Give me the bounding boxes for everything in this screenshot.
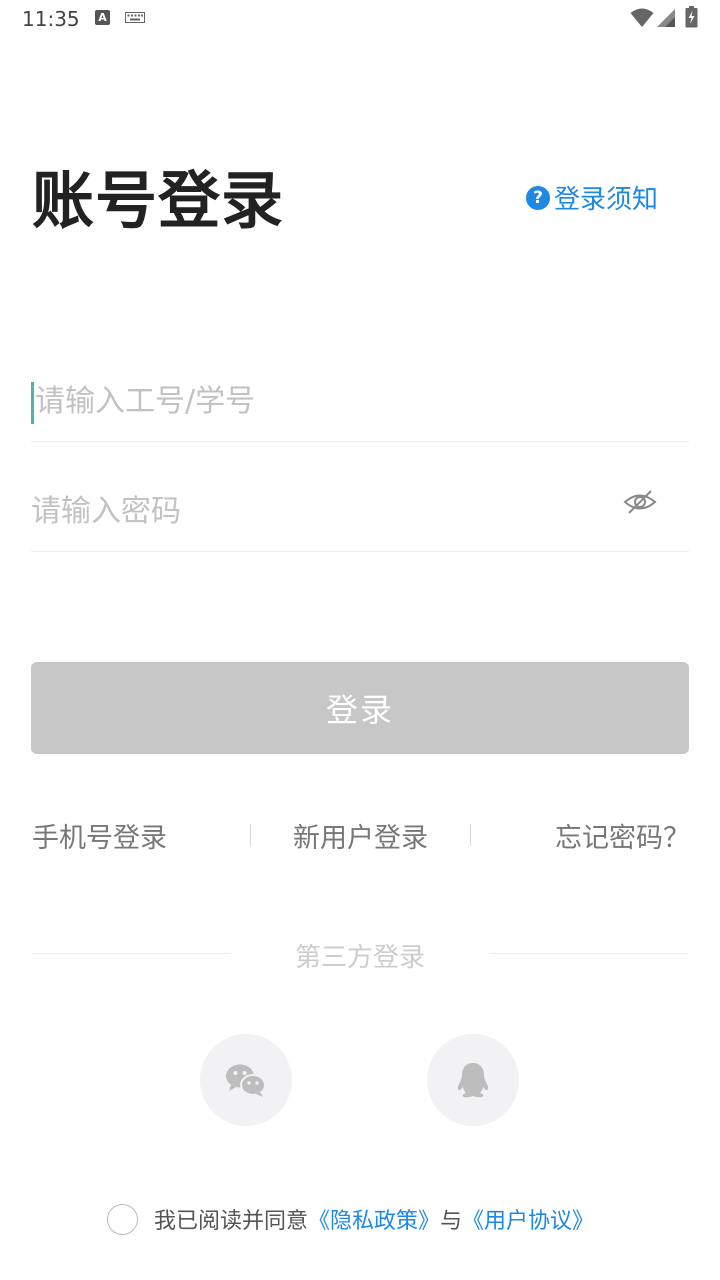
account-input[interactable] bbox=[31, 362, 611, 441]
link-divider bbox=[250, 824, 251, 846]
third-party-login-label: 第三方登录 bbox=[294, 943, 425, 973]
login-notice-label: 登录须知 bbox=[554, 185, 659, 215]
status-time: 11:35 bbox=[22, 7, 80, 31]
keyboard-icon bbox=[125, 12, 145, 23]
a-notification-icon: A bbox=[95, 10, 110, 25]
password-input[interactable] bbox=[31, 472, 611, 551]
signal-icon bbox=[657, 9, 675, 27]
question-circle-icon: ? bbox=[526, 185, 550, 210]
phone-login-link[interactable]: 手机号登录 bbox=[32, 816, 167, 855]
page-title: 账号登录 bbox=[32, 164, 285, 237]
wifi-icon bbox=[630, 8, 654, 27]
agreement-prefix: 我已阅读并同意 bbox=[154, 1209, 309, 1234]
agreement-row: 我已阅读并同意 《隐私政策》 与 《用户协议》 bbox=[107, 1203, 594, 1235]
qq-login-button[interactable] bbox=[427, 1034, 519, 1126]
new-user-login-link[interactable]: 新用户登录 bbox=[293, 816, 428, 855]
user-agreement-link[interactable]: 《用户协议》 bbox=[462, 1203, 594, 1235]
agreement-checkbox[interactable] bbox=[107, 1203, 138, 1235]
link-divider bbox=[470, 824, 471, 846]
login-notice-link[interactable]: ? 登录须知 bbox=[526, 179, 658, 216]
wechat-icon bbox=[226, 1064, 266, 1097]
divider-line-right bbox=[489, 953, 689, 954]
status-bar: 11:35 A bbox=[0, 0, 720, 38]
privacy-policy-link[interactable]: 《隐私政策》 bbox=[308, 1203, 440, 1235]
account-field bbox=[31, 362, 689, 442]
forgot-password-link[interactable]: 忘记密码？ bbox=[555, 816, 690, 855]
password-field bbox=[31, 472, 689, 552]
eye-off-icon[interactable] bbox=[623, 489, 657, 515]
battery-charging-icon bbox=[685, 6, 698, 28]
login-screen: 11:35 A 账号登录 ? 登录须知 请输入工号/学号 登录 手机号登录 新用… bbox=[0, 0, 720, 1280]
agreement-conjunction: 与 bbox=[440, 1209, 463, 1234]
wechat-login-button[interactable] bbox=[200, 1034, 292, 1126]
qq-icon bbox=[457, 1063, 489, 1098]
login-button[interactable]: 登录 bbox=[31, 662, 689, 754]
